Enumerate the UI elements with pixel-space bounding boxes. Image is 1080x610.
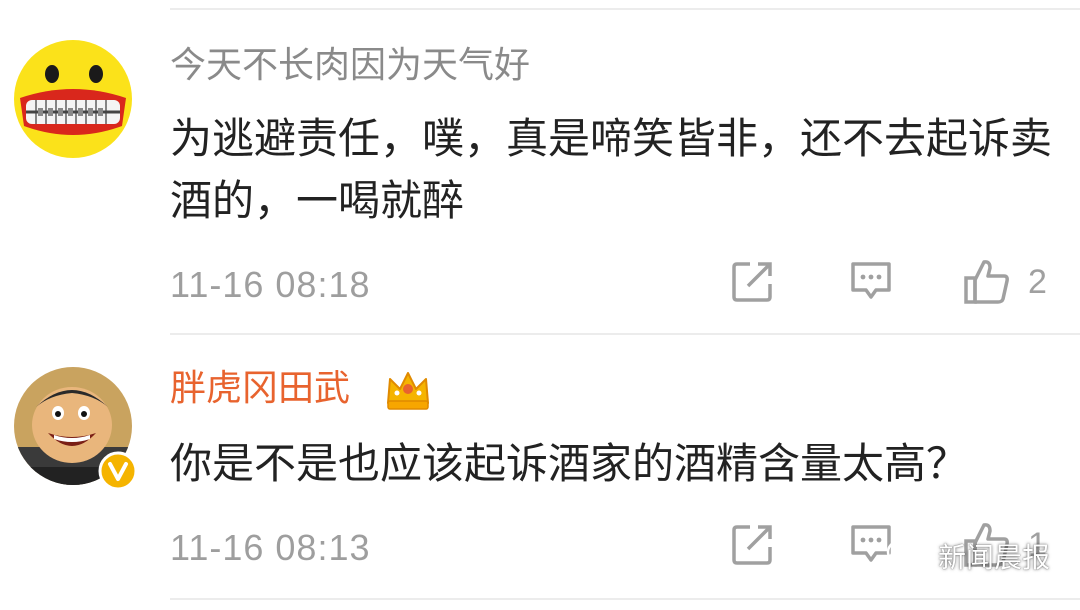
yellow-grin-face-icon [14,40,132,158]
wechat-icon [886,538,929,572]
username[interactable]: 胖虎冈田武 [170,367,350,411]
comment-icon [851,262,891,299]
share-button[interactable] [730,258,776,304]
divider-bottom [170,598,1080,600]
like-button[interactable]: 2 [962,258,1047,306]
divider-top [170,8,1080,10]
timestamp: 11-16 08:13 [170,527,371,568]
comment-item: 今天不长肉因为天气好 为逃避责任，噗，真是啼笑皆非，还不去起诉卖酒的，一喝就醉 … [0,20,1080,332]
avatar[interactable] [14,40,132,158]
username[interactable]: 今天不长肉因为天气好 [170,44,530,88]
divider-middle [170,333,1080,335]
watermark: 新闻晨报 [886,536,1050,576]
comment-text: 为逃避责任，噗，真是啼笑皆非，还不去起诉卖酒的，一喝就醉 [170,114,1053,225]
share-button[interactable] [730,521,776,567]
verified-v-icon [98,451,138,491]
crown-icon [384,367,432,413]
watermark-text: 新闻晨报 [938,541,1051,574]
share-icon [732,525,772,565]
share-icon [732,262,772,302]
like-count: 2 [1028,262,1047,301]
comment-text: 你是不是也应该起诉酒家的酒精含量太高？ [170,439,969,488]
timestamp: 11-16 08:18 [170,264,371,305]
avatar[interactable] [14,367,138,491]
thumbs-up-icon [964,260,1009,304]
reply-button[interactable] [848,258,894,304]
